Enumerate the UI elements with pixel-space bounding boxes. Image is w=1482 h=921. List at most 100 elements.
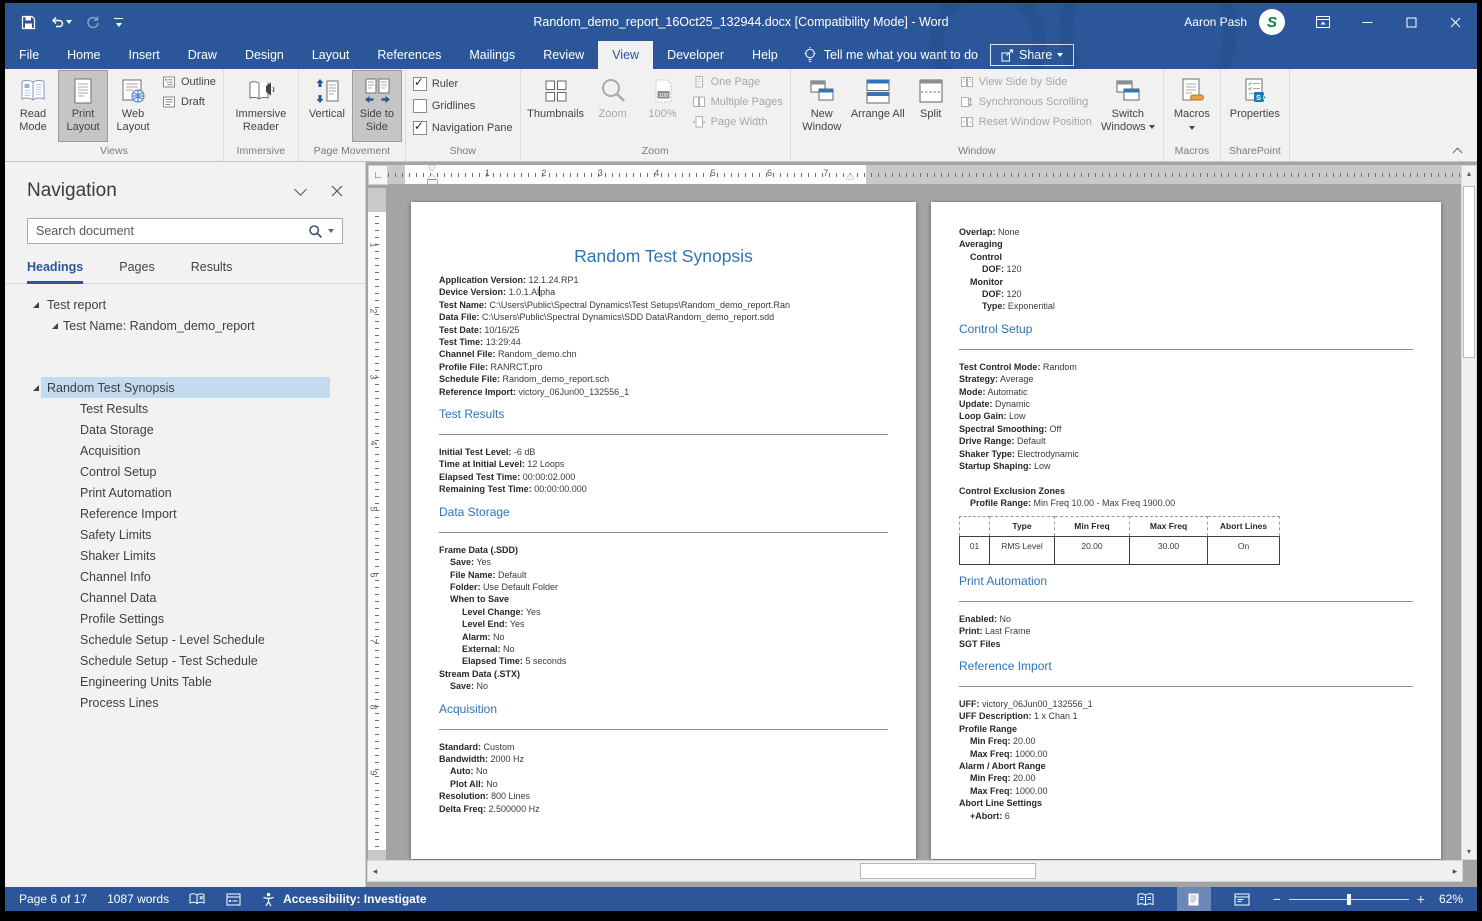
doc-line[interactable]: Level Change: Yes: [439, 606, 888, 618]
nav-heading-item[interactable]: Test report: [5, 294, 365, 315]
tab-design[interactable]: Design: [231, 41, 298, 69]
horizontal-scrollbar-thumb[interactable]: [860, 863, 1036, 879]
doc-line[interactable]: Data File: C:\Users\Public\Spectral Dyna…: [439, 311, 888, 323]
doc-line[interactable]: UFF: victory_06Jun00_132556_1: [959, 698, 1413, 710]
nav-heading-item[interactable]: Engineering Units Table: [5, 671, 365, 692]
doc-section-heading[interactable]: Control Setup: [959, 322, 1413, 336]
doc-line[interactable]: Monitor: [959, 276, 1413, 288]
tell-me-box[interactable]: Tell me what you want to do: [792, 41, 990, 69]
doc-line[interactable]: Loop Gain: Low: [959, 410, 1413, 422]
nav-heading-item[interactable]: Acquisition: [5, 440, 365, 461]
doc-section-heading[interactable]: Acquisition: [439, 702, 888, 716]
scroll-left-icon[interactable]: ◂: [368, 861, 382, 881]
navigation-close-icon[interactable]: [331, 185, 343, 197]
tab-insert[interactable]: Insert: [115, 41, 174, 69]
nav-heading-item[interactable]: Schedule Setup - Level Schedule: [5, 629, 365, 650]
share-button[interactable]: Share: [990, 44, 1074, 66]
zoom-slider[interactable]: − +: [1273, 891, 1425, 907]
tab-layout[interactable]: Layout: [298, 41, 364, 69]
zoom-slider-thumb[interactable]: [1347, 894, 1351, 905]
doc-line[interactable]: When to Save: [439, 593, 888, 605]
nav-heading-item[interactable]: Test Results: [5, 398, 365, 419]
doc-line[interactable]: Update: Dynamic: [959, 398, 1413, 410]
avatar[interactable]: S: [1259, 9, 1285, 35]
tab-draw[interactable]: Draw: [174, 41, 231, 69]
vertical-scrollbar-thumb[interactable]: [1463, 186, 1475, 358]
nav-tab-headings[interactable]: Headings: [27, 260, 83, 284]
tab-developer[interactable]: Developer: [653, 41, 738, 69]
print-layout-view-button[interactable]: [1177, 887, 1211, 911]
scroll-right-icon[interactable]: ▸: [1448, 861, 1462, 881]
doc-line[interactable]: Max Freq: 1000.00: [959, 785, 1413, 797]
doc-line[interactable]: Control Exclusion Zones: [959, 485, 1413, 497]
doc-line[interactable]: Min Freq: 20.00: [959, 772, 1413, 784]
split-button[interactable]: Split: [906, 70, 956, 142]
first-line-indent-marker[interactable]: [428, 166, 436, 171]
collapse-ribbon-button[interactable]: [1454, 146, 1463, 155]
doc-line[interactable]: Alarm: No: [439, 631, 888, 643]
nav-heading-item[interactable]: Test Name: Random_demo_report: [5, 315, 365, 336]
nav-heading-item[interactable]: Profile Settings: [5, 608, 365, 629]
ruler-checkbox[interactable]: Ruler: [409, 76, 517, 92]
tab-stop-selector[interactable]: ∟: [368, 165, 388, 185]
tab-review[interactable]: Review: [529, 41, 598, 69]
maximize-button[interactable]: [1389, 3, 1433, 41]
document-page-left[interactable]: Random Test SynopsisApplication Version:…: [411, 202, 916, 859]
exclusion-zones-table[interactable]: TypeMin FreqMax FreqAbort Lines01RMS Lev…: [959, 516, 1280, 565]
scroll-up-icon[interactable]: ▴: [1462, 166, 1476, 181]
doc-line[interactable]: Auto: No: [439, 765, 888, 777]
doc-line[interactable]: Remaining Test Time: 00:00:00.000: [439, 483, 888, 495]
doc-line[interactable]: Mode: Automatic: [959, 386, 1413, 398]
nav-heading-item[interactable]: Data Storage: [5, 419, 365, 440]
doc-line[interactable]: Startup Shaping: Low: [959, 460, 1413, 472]
horizontal-scrollbar[interactable]: ◂ ▸: [367, 860, 1463, 882]
side-to-side-button[interactable]: Side to Side: [352, 70, 402, 142]
nav-tab-results[interactable]: Results: [191, 260, 233, 283]
doc-line[interactable]: File Name: Default: [439, 569, 888, 581]
doc-line[interactable]: DOF: 120: [959, 288, 1413, 300]
doc-line[interactable]: UFF Description: 1 x Chan 1: [959, 710, 1413, 722]
ribbon-display-options-button[interactable]: [1301, 3, 1345, 41]
expand-collapse-icon[interactable]: [33, 302, 39, 308]
nav-heading-item[interactable]: Process Lines: [5, 692, 365, 713]
doc-line[interactable]: Resolution: 800 Lines: [439, 790, 888, 802]
tab-mailings[interactable]: Mailings: [455, 41, 529, 69]
doc-line[interactable]: Elapsed Time: 5 seconds: [439, 655, 888, 667]
proofing-status-icon[interactable]: [189, 892, 206, 907]
doc-section-heading[interactable]: Data Storage: [439, 505, 888, 519]
doc-line[interactable]: Overlap: None: [959, 226, 1413, 238]
hanging-indent-marker[interactable]: [428, 174, 436, 179]
doc-line[interactable]: Channel File: Random_demo.chn: [439, 348, 888, 360]
doc-line[interactable]: Print: Last Frame: [959, 625, 1413, 637]
doc-line[interactable]: Folder: Use Default Folder: [439, 581, 888, 593]
macros-button[interactable]: Macros: [1167, 70, 1217, 142]
immersive-reader-button[interactable]: Immersive Reader: [227, 70, 295, 142]
doc-line[interactable]: External: No: [439, 643, 888, 655]
doc-section-heading[interactable]: Reference Import: [959, 659, 1413, 673]
nav-heading-item[interactable]: Channel Info: [5, 566, 365, 587]
doc-section-heading[interactable]: Print Automation: [959, 574, 1413, 588]
search-icon[interactable]: [308, 224, 323, 239]
doc-line[interactable]: Reference Import: victory_06Jun00_132556…: [439, 386, 888, 398]
undo-button[interactable]: [50, 16, 72, 28]
minimize-button[interactable]: [1345, 3, 1389, 41]
doc-line[interactable]: Save: Yes: [439, 556, 888, 568]
doc-line[interactable]: Alarm / Abort Range: [959, 760, 1413, 772]
doc-line[interactable]: Test Date: 10/16/25: [439, 324, 888, 336]
doc-line[interactable]: Enabled: No: [959, 613, 1413, 625]
tab-view[interactable]: View: [598, 41, 653, 69]
switch-windows-button[interactable]: Switch Windows: [1096, 70, 1160, 142]
doc-line[interactable]: Elapsed Test Time: 00:00:02.000: [439, 471, 888, 483]
web-layout-button[interactable]: Web Layout: [108, 70, 158, 142]
nav-heading-item[interactable]: Channel Data: [5, 587, 365, 608]
accessibility-status[interactable]: Accessibility: Investigate: [261, 892, 426, 907]
doc-title[interactable]: Random Test Synopsis: [439, 246, 888, 267]
print-layout-button[interactable]: Print Layout: [58, 70, 108, 142]
doc-line[interactable]: Profile Range: [959, 723, 1413, 735]
nav-heading-item[interactable]: Print Automation: [5, 482, 365, 503]
doc-line[interactable]: Control: [959, 251, 1413, 263]
doc-line[interactable]: Min Freq: 20.00: [959, 735, 1413, 747]
word-count[interactable]: 1087 words: [107, 892, 169, 906]
new-window-button[interactable]: New Window: [794, 70, 850, 142]
doc-line[interactable]: Abort Line Settings: [959, 797, 1413, 809]
